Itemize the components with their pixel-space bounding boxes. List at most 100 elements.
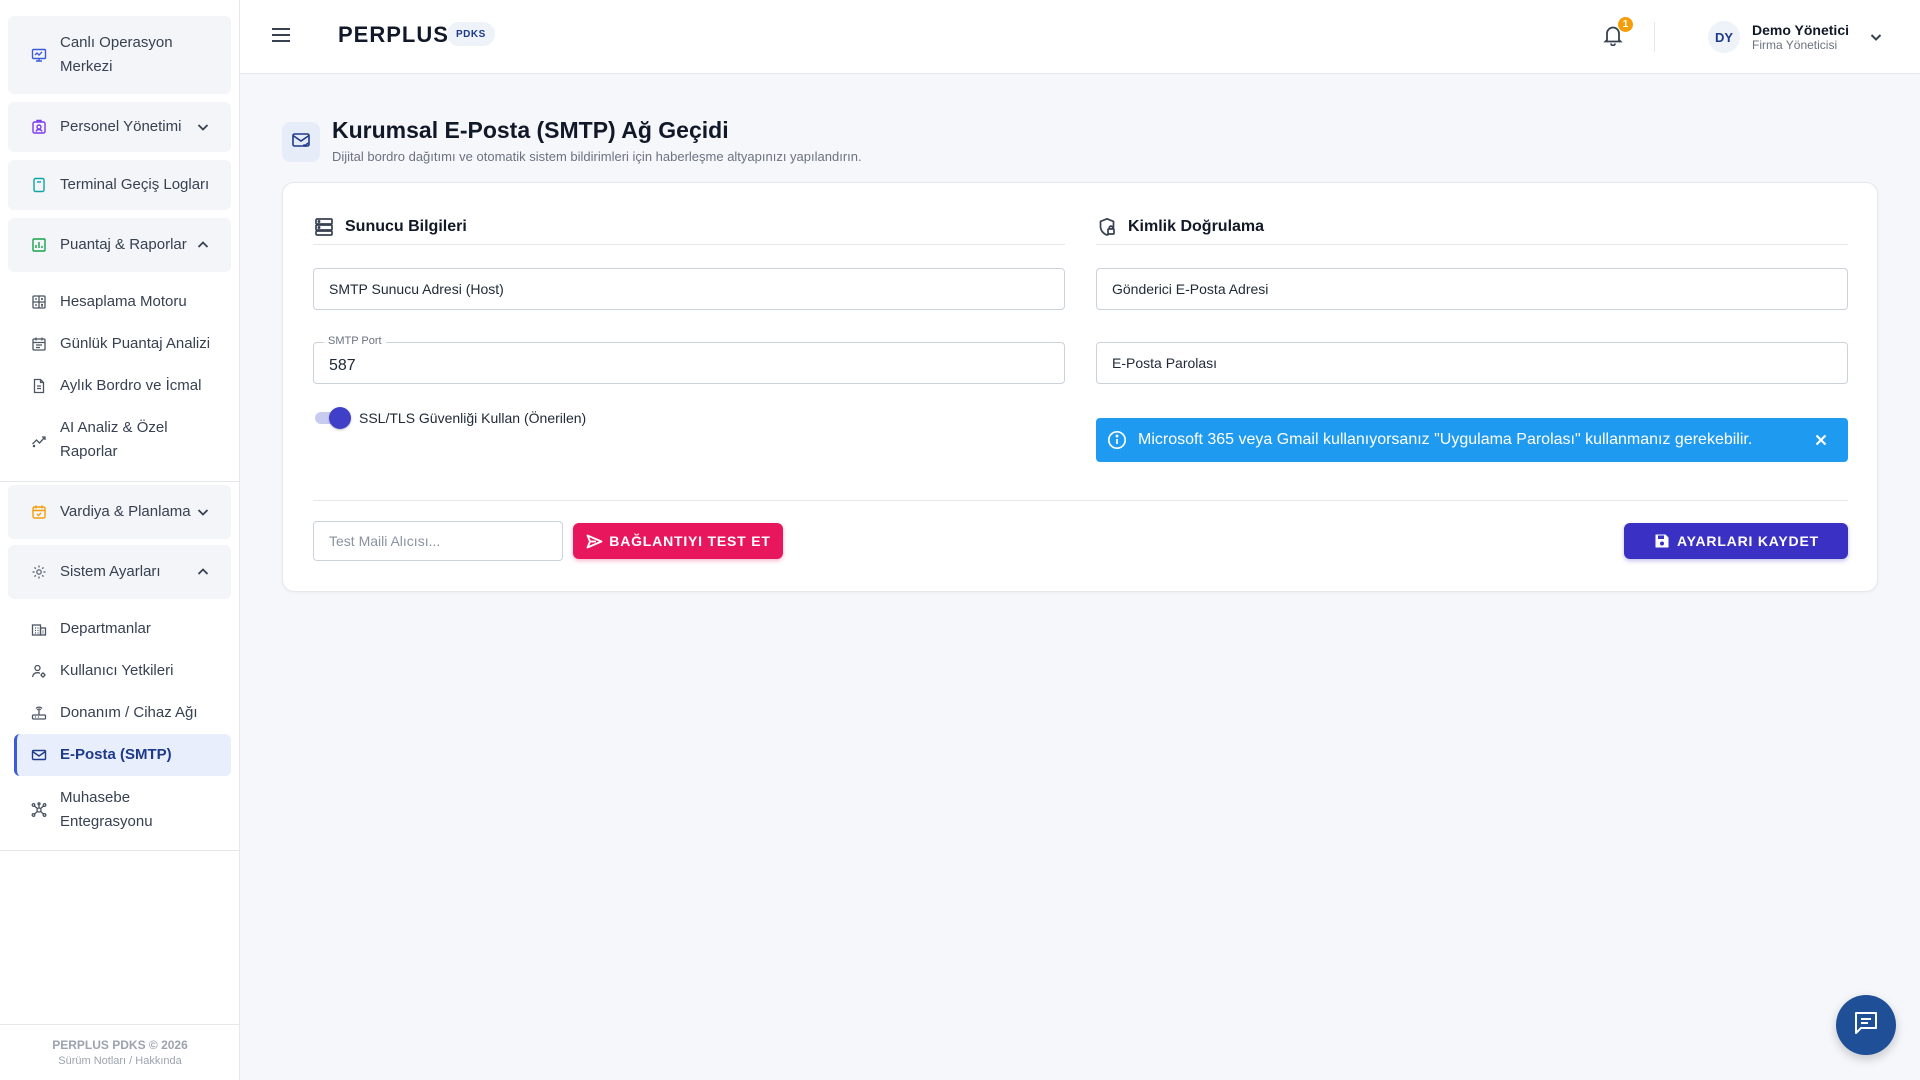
user-info: Demo Yönetici Firma Yöneticisi: [1752, 22, 1849, 53]
sidebar-item-departments[interactable]: Departmanlar: [14, 615, 231, 643]
sidebar-item-accounting-integration[interactable]: Muhasebe Entegrasyonu: [14, 784, 231, 836]
sidebar-item-shift-planning[interactable]: Vardiya & Planlama: [8, 485, 231, 539]
sidebar-item-label: Hesaplama Motoru: [60, 293, 187, 310]
brand-badge: PDKS: [447, 22, 495, 46]
sidebar-item-label: AI Analiz & Özel Raporlar: [60, 419, 168, 460]
notification-count-badge: 1: [1618, 17, 1633, 32]
sidebar-item-label: Departmanlar: [60, 620, 151, 637]
footer-links[interactable]: Sürüm Notları / Hakkında: [0, 1055, 240, 1067]
chevron-down-icon: [1867, 28, 1885, 46]
sidebar: Canlı Operasyon Merkezi Personel Yönetim…: [0, 0, 240, 1080]
user-menu[interactable]: DY Demo Yönetici Firma Yöneticisi: [1708, 20, 1885, 54]
avatar: DY: [1708, 21, 1740, 53]
ssl-tls-label: SSL/TLS Güvenliği Kullan (Önerilen): [359, 410, 587, 426]
sidebar-item-email-smtp[interactable]: E-Posta (SMTP): [14, 734, 231, 776]
sidebar-item-hardware-network[interactable]: Donanım / Cihaz Ağı: [14, 699, 231, 727]
chart-icon: [30, 236, 48, 254]
sidebar-item-label: Aylık Bordro ve İcmal: [60, 377, 202, 394]
chat-button[interactable]: [1836, 995, 1896, 1055]
smtp-port-field[interactable]: SMTP Port 587: [313, 335, 1065, 384]
close-icon[interactable]: [1810, 429, 1832, 451]
app-password-info-alert: Microsoft 365 veya Gmail kullanıyorsanız…: [1096, 418, 1848, 462]
sidebar-item-system-settings[interactable]: Sistem Ayarları: [8, 545, 231, 599]
server-section-heading: Sunucu Bilgileri: [313, 215, 467, 239]
server-icon: [313, 216, 335, 238]
auth-section-divider: [1096, 244, 1848, 245]
info-alert-text: Microsoft 365 veya Gmail kullanıyorsanız…: [1138, 431, 1753, 448]
user-name: Demo Yönetici: [1752, 21, 1849, 38]
sidebar-item-label: Donanım / Cihaz Ağı: [60, 704, 198, 721]
save-settings-label: AYARLARI KAYDET: [1677, 533, 1819, 549]
sidebar-item-ai-reports[interactable]: AI Analiz & Özel Raporlar: [14, 414, 231, 466]
daily-calendar-icon: [30, 335, 48, 353]
chat-icon: [1853, 1010, 1879, 1041]
building-icon: [30, 620, 48, 638]
sidebar-item-calculation-engine[interactable]: Hesaplama Motoru: [14, 288, 231, 316]
calculator-icon: [30, 293, 48, 311]
info-icon: [1106, 429, 1128, 451]
brand-logo[interactable]: PERPLUS: [338, 22, 449, 48]
send-icon: [585, 532, 603, 550]
smtp-host-label: SMTP Sunucu Adresi (Host): [329, 281, 504, 297]
sidebar-divider: [0, 850, 240, 851]
sidebar-item-label: Muhasebe Entegrasyonu: [60, 789, 153, 830]
sidebar-divider: [0, 481, 240, 482]
sidebar-item-personnel[interactable]: Personel Yönetimi: [8, 102, 231, 152]
page-title-icon-box: [282, 122, 320, 162]
footer-copyright: PERPLUS PDKS © 2026: [52, 1038, 188, 1052]
ssl-tls-toggle[interactable]: [313, 407, 351, 429]
email-password-field[interactable]: E-Posta Parolası: [1096, 342, 1848, 384]
terminal-icon: [30, 176, 48, 194]
sidebar-item-label: Günlük Puantaj Analizi: [60, 335, 211, 352]
smtp-port-value: 587: [329, 357, 356, 374]
mail-check-icon: [291, 130, 311, 155]
sidebar-item-live-operations[interactable]: Canlı Operasyon Merkezi: [8, 16, 231, 94]
sidebar-item-daily-timesheet[interactable]: Günlük Puantaj Analizi: [14, 330, 231, 358]
sidebar-item-timesheet-reports[interactable]: Puantaj & Raporlar: [8, 218, 231, 272]
test-connection-button[interactable]: BAĞLANTIYI TEST ET: [573, 523, 783, 559]
page-subtitle: Dijital bordro dağıtımı ve otomatik sist…: [332, 149, 862, 164]
auth-section-title: Kimlik Doğrulama: [1128, 218, 1265, 235]
sidebar-item-label: Kullanıcı Yetkileri: [60, 662, 174, 679]
hub-icon: [30, 801, 48, 819]
header-divider: [1654, 22, 1655, 52]
mail-icon: [30, 746, 48, 764]
user-role: Firma Yöneticisi: [1752, 37, 1838, 52]
toggle-knob: [329, 407, 351, 429]
id-badge-icon: [30, 118, 48, 136]
sidebar-item-terminal-logs[interactable]: Terminal Geçiş Logları: [8, 160, 231, 210]
sender-email-field[interactable]: Gönderici E-Posta Adresi: [1096, 268, 1848, 310]
test-recipient-input[interactable]: [313, 521, 563, 561]
save-settings-button[interactable]: AYARLARI KAYDET: [1624, 523, 1848, 559]
server-section-divider: [313, 244, 1065, 245]
gear-icon: [30, 563, 48, 581]
chevron-down-icon: [195, 504, 211, 520]
top-header: PERPLUS PDKS 1 DY Demo Yönetici Firma Yö…: [240, 0, 1920, 74]
save-icon: [1653, 532, 1671, 550]
chevron-up-icon: [195, 564, 211, 580]
sender-email-label: Gönderici E-Posta Adresi: [1112, 281, 1269, 297]
page-title: Kurumsal E-Posta (SMTP) Ağ Geçidi: [332, 117, 729, 143]
smtp-host-field[interactable]: SMTP Sunucu Adresi (Host): [313, 268, 1065, 310]
calendar-icon: [30, 503, 48, 521]
sidebar-footer: PERPLUS PDKS © 2026 Sürüm Notları / Hakk…: [0, 1024, 240, 1080]
router-icon: [30, 704, 48, 722]
sidebar-item-label: E-Posta (SMTP): [60, 746, 172, 763]
auth-section-heading: Kimlik Doğrulama: [1096, 215, 1264, 239]
sidebar-item-monthly-payroll[interactable]: Aylık Bordro ve İcmal: [14, 372, 231, 400]
sidebar-item-label: Vardiya & Planlama: [60, 503, 191, 520]
shield-lock-icon: [1096, 216, 1118, 238]
sidebar-item-label: Puantaj & Raporlar: [60, 236, 187, 253]
email-password-label: E-Posta Parolası: [1112, 355, 1218, 371]
user-permissions-icon: [30, 662, 48, 680]
sidebar-item-label: Canlı Operasyon Merkezi: [60, 34, 173, 75]
hamburger-icon: [271, 27, 291, 48]
monitor-icon: [30, 46, 48, 64]
sidebar-item-label: Personel Yönetimi: [60, 118, 182, 135]
server-section-title: Sunucu Bilgileri: [345, 218, 467, 235]
sidebar-item-user-permissions[interactable]: Kullanıcı Yetkileri: [14, 657, 231, 685]
document-icon: [30, 377, 48, 395]
trend-icon: [30, 431, 48, 449]
menu-toggle-button[interactable]: [269, 25, 293, 49]
sidebar-item-label: Sistem Ayarları: [60, 563, 161, 580]
